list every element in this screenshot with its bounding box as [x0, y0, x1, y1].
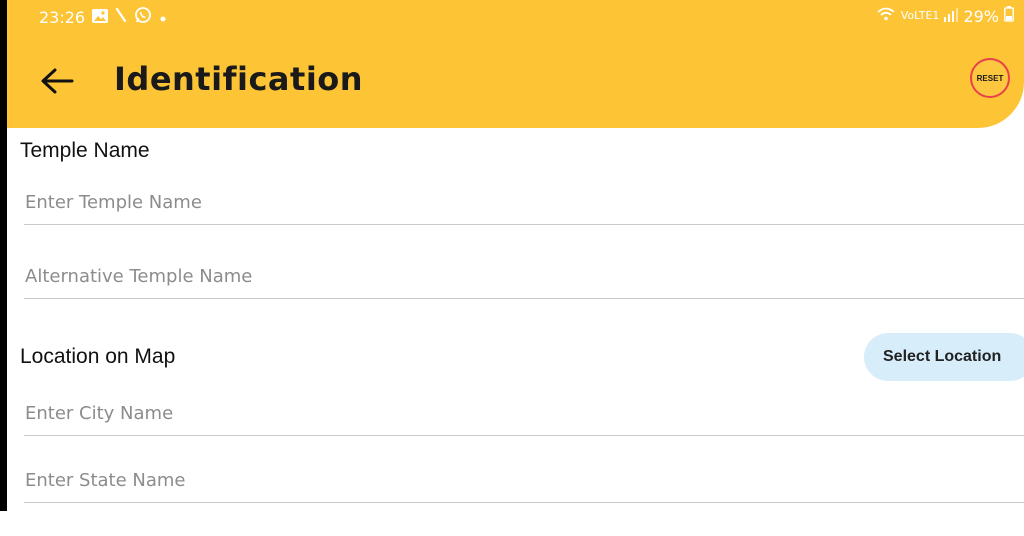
app-header: 23:26 VoLTE1 29% Identification RESET	[7, 0, 1024, 128]
select-location-button[interactable]: Select Location	[864, 333, 1024, 381]
whatsapp-icon	[134, 6, 152, 28]
state-name-field	[24, 458, 1024, 503]
location-on-map-label: Location on Map	[20, 345, 176, 368]
reset-button[interactable]: RESET	[970, 58, 1010, 98]
notification-dot-icon	[159, 8, 167, 27]
reset-label: RESET	[976, 73, 1004, 83]
city-name-input[interactable]	[24, 391, 1024, 435]
battery-percent: 29%	[963, 6, 999, 26]
wifi-icon	[876, 6, 896, 26]
signal-icon	[944, 7, 959, 26]
screen-edge	[0, 0, 7, 511]
alternative-name-input[interactable]	[24, 254, 1024, 298]
status-bar: 23:26 VoLTE1 29%	[7, 0, 1024, 36]
battery-icon	[1004, 6, 1014, 26]
alternative-name-field	[24, 254, 1024, 299]
back-button[interactable]	[33, 60, 81, 102]
temple-name-field	[24, 180, 1024, 225]
temple-name-input[interactable]	[24, 180, 1024, 224]
page-title: Identification	[114, 60, 364, 98]
network-type: VoLTE1	[900, 9, 940, 22]
state-name-input[interactable]	[24, 458, 1024, 502]
status-time: 23:26	[39, 7, 86, 27]
arrow-left-icon	[41, 68, 74, 94]
temple-name-label: Temple Name	[20, 139, 150, 162]
status-right: VoLTE1 29%	[876, 6, 1014, 26]
image-icon	[92, 8, 109, 27]
city-name-field	[24, 391, 1024, 436]
missed-call-icon	[115, 7, 127, 27]
status-left: 23:26	[39, 6, 167, 28]
